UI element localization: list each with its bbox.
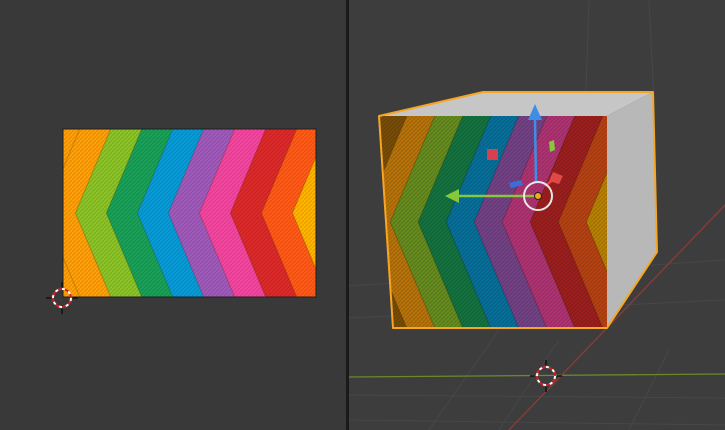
cube-object[interactable] — [362, 91, 659, 335]
object-origin-icon — [534, 192, 542, 200]
blender-workspace — [0, 0, 725, 430]
gizmo-z-axis-arrow[interactable] — [533, 119, 538, 184]
uv-editor[interactable] — [0, 0, 346, 430]
3d-viewport[interactable] — [349, 0, 725, 430]
gizmo-yz-plane-handle[interactable] — [549, 140, 555, 152]
viewport-canvas[interactable] — [349, 0, 725, 430]
texture-weave-overlay — [63, 129, 316, 297]
uv-texture-image[interactable] — [44, 129, 346, 297]
uv-editor-canvas[interactable] — [0, 0, 346, 430]
gizmo-xz-plane-handle[interactable] — [487, 149, 498, 160]
cube-side-face — [607, 92, 657, 328]
cube-top-face — [379, 92, 653, 116]
